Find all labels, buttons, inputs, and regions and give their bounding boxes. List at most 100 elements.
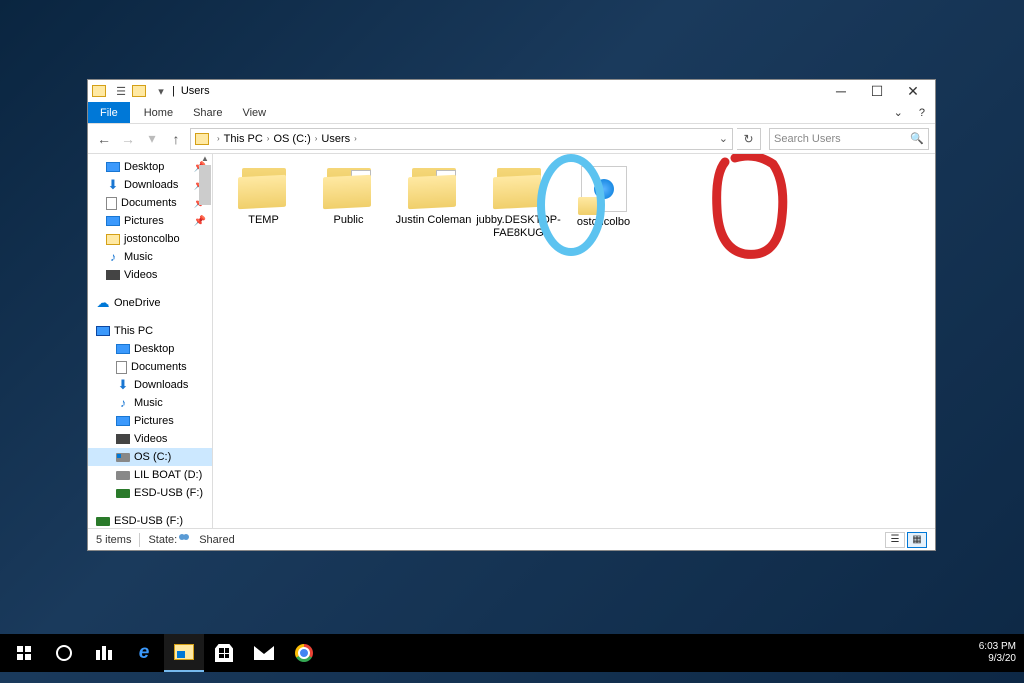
scroll-up-icon[interactable]: ▲ bbox=[201, 154, 209, 163]
navigation-pane: Desktop📌 ⬇Downloads📌 Documents📌 Pictures… bbox=[88, 154, 213, 528]
nav-drive-esd[interactable]: ESD-USB (F:) bbox=[88, 484, 212, 502]
nav-desktop[interactable]: Desktop📌 bbox=[88, 158, 212, 176]
folder-item[interactable]: Public bbox=[306, 162, 391, 257]
crumb-drive[interactable]: OS (C:) bbox=[273, 133, 310, 145]
video-icon bbox=[116, 434, 130, 444]
file-explorer-button[interactable] bbox=[164, 634, 204, 672]
mail-button[interactable] bbox=[244, 634, 284, 672]
nav-scrollbar[interactable]: ▲ bbox=[198, 154, 212, 528]
start-button[interactable] bbox=[4, 634, 44, 672]
item-label: Justin Coleman bbox=[396, 214, 472, 227]
music-icon: ♪ bbox=[116, 396, 130, 410]
nav-removable[interactable]: ESD-USB (F:) bbox=[88, 512, 212, 528]
crumb-thispc[interactable]: This PC bbox=[224, 133, 263, 145]
folder-item[interactable]: jubby.DESKTOP-FAE8KUG bbox=[476, 162, 561, 257]
usb-drive-icon bbox=[96, 517, 110, 526]
nav-drive-lilboat[interactable]: LIL BOAT (D:) bbox=[88, 466, 212, 484]
nav-thispc[interactable]: This PC bbox=[88, 322, 212, 340]
tab-file[interactable]: File bbox=[88, 102, 130, 123]
titlebar-folder-icon bbox=[92, 85, 106, 97]
nav-pc-music[interactable]: ♪Music bbox=[88, 394, 212, 412]
nav-up-button[interactable]: ↑ bbox=[166, 129, 186, 149]
nav-toolbar: ← → ▾ ↑ › This PC › OS (C:) › Users › ⌄ … bbox=[88, 124, 935, 154]
nav-forward-button[interactable]: → bbox=[118, 129, 138, 149]
state-label: State: bbox=[148, 534, 177, 546]
nav-music[interactable]: ♪Music bbox=[88, 248, 212, 266]
help-button[interactable]: ? bbox=[909, 102, 935, 123]
address-dropdown-icon[interactable]: ⌄ bbox=[719, 132, 728, 145]
address-bar[interactable]: › This PC › OS (C:) › Users › ⌄ bbox=[190, 128, 733, 150]
profile-file-icon bbox=[581, 166, 627, 212]
crumb-folder[interactable]: Users bbox=[321, 133, 350, 145]
nav-userfolder[interactable]: jostoncolbo bbox=[88, 230, 212, 248]
tab-share[interactable]: Share bbox=[183, 102, 232, 123]
desktop-icon bbox=[106, 162, 120, 172]
explorer-window: ☰ ▾ | Users ─ ☐ ✕ File Home Share View ⌄… bbox=[87, 79, 936, 551]
thispc-icon bbox=[96, 326, 110, 336]
chevron-right-icon[interactable]: › bbox=[354, 134, 357, 143]
view-large-icons-button[interactable]: ▦ bbox=[907, 532, 927, 548]
maximize-button[interactable]: ☐ bbox=[859, 80, 895, 102]
file-item[interactable]: ostoncolbo bbox=[561, 162, 646, 257]
pictures-icon bbox=[116, 416, 130, 426]
nav-recent-dropdown[interactable]: ▾ bbox=[142, 129, 162, 149]
item-label: TEMP bbox=[248, 214, 279, 227]
item-label: Public bbox=[334, 214, 364, 227]
nav-pictures[interactable]: Pictures📌 bbox=[88, 212, 212, 230]
nav-back-button[interactable]: ← bbox=[94, 129, 114, 149]
nav-pc-videos[interactable]: Videos bbox=[88, 430, 212, 448]
nav-videos[interactable]: Videos bbox=[88, 266, 212, 284]
nav-documents[interactable]: Documents📌 bbox=[88, 194, 212, 212]
drive-icon bbox=[116, 471, 130, 480]
nav-drive-os[interactable]: OS (C:) bbox=[88, 448, 212, 466]
task-view-button[interactable] bbox=[84, 634, 124, 672]
tab-view[interactable]: View bbox=[232, 102, 276, 123]
qat-properties-icon[interactable]: ☰ bbox=[114, 84, 128, 98]
document-icon bbox=[116, 361, 127, 374]
file-list-view[interactable]: TEMP Public Justin Coleman jubby.DESKTOP… bbox=[213, 154, 935, 528]
nav-pc-pictures[interactable]: Pictures bbox=[88, 412, 212, 430]
chevron-right-icon[interactable]: › bbox=[217, 134, 220, 143]
chevron-right-icon[interactable]: › bbox=[315, 134, 318, 143]
cortana-button[interactable] bbox=[44, 634, 84, 672]
minimize-button[interactable]: ─ bbox=[823, 80, 859, 102]
scroll-thumb[interactable] bbox=[199, 165, 211, 205]
folder-icon bbox=[238, 166, 290, 210]
search-placeholder: Search Users bbox=[774, 133, 841, 145]
qat-newfolder-icon[interactable] bbox=[132, 85, 146, 97]
qat-dropdown-icon[interactable]: ▾ bbox=[154, 84, 168, 98]
store-button[interactable] bbox=[204, 634, 244, 672]
view-details-button[interactable]: ☰ bbox=[885, 532, 905, 548]
document-icon bbox=[106, 197, 117, 210]
close-button[interactable]: ✕ bbox=[895, 80, 931, 102]
nav-pc-downloads[interactable]: ⬇Downloads bbox=[88, 376, 212, 394]
tab-home[interactable]: Home bbox=[134, 102, 183, 123]
tray-time: 6:03 PM bbox=[979, 641, 1016, 653]
task-view-icon bbox=[95, 646, 113, 660]
file-explorer-icon bbox=[174, 644, 194, 660]
cortana-icon bbox=[56, 645, 72, 661]
chrome-icon bbox=[295, 644, 313, 662]
edge-button[interactable]: e bbox=[124, 634, 164, 672]
chevron-right-icon[interactable]: › bbox=[267, 134, 270, 143]
nav-pc-desktop[interactable]: Desktop bbox=[88, 340, 212, 358]
refresh-button[interactable]: ↻ bbox=[737, 128, 761, 150]
ribbon-tabs: File Home Share View ⌄ ? bbox=[88, 102, 935, 124]
state-value: Shared bbox=[199, 534, 234, 546]
search-input[interactable]: Search Users 🔍 bbox=[769, 128, 929, 150]
folder-item[interactable]: TEMP bbox=[221, 162, 306, 257]
nav-downloads[interactable]: ⬇Downloads📌 bbox=[88, 176, 212, 194]
system-tray[interactable]: 6:03 PM 9/3/20 bbox=[979, 641, 1020, 665]
pictures-icon bbox=[106, 216, 120, 226]
item-count: 5 items bbox=[96, 534, 131, 546]
edge-icon: e bbox=[139, 642, 150, 664]
desktop-icon bbox=[116, 344, 130, 354]
ribbon-expand-icon[interactable]: ⌄ bbox=[888, 102, 909, 123]
folder-icon bbox=[493, 166, 545, 210]
nav-pc-documents[interactable]: Documents bbox=[88, 358, 212, 376]
folder-item[interactable]: Justin Coleman bbox=[391, 162, 476, 257]
chrome-button[interactable] bbox=[284, 634, 324, 672]
nav-onedrive[interactable]: ☁OneDrive bbox=[88, 294, 212, 312]
windows-icon bbox=[17, 646, 32, 661]
folder-icon bbox=[408, 166, 460, 210]
